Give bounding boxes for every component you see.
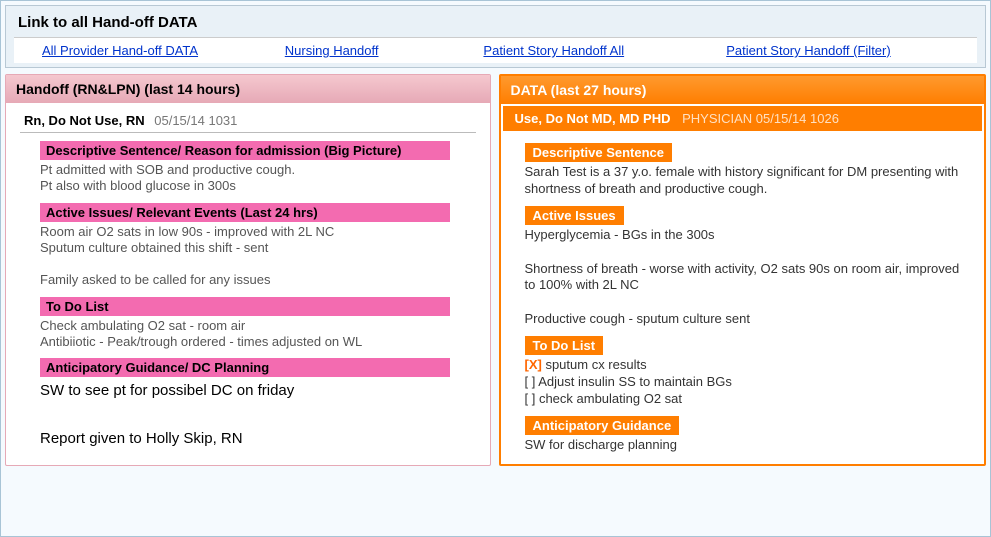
link-block: Link to all Hand-off DATA All Provider H… (5, 5, 986, 68)
handoff-rn-panel: Handoff (RN&LPN) (last 14 hours) Rn, Do … (5, 74, 491, 466)
handoff-rn-title: Handoff (RN&LPN) (last 14 hours) (6, 75, 490, 103)
handoff-rn-body: Rn, Do Not Use, RN 05/15/14 1031 Descrip… (6, 103, 490, 459)
physician-subheader: Use, Do Not MD, MD PHD PHYSICIAN 05/15/1… (503, 106, 983, 131)
section-descriptive-text: Pt admitted with SOB and productive coug… (20, 162, 476, 195)
section-active-head: Active Issues/ Relevant Events (Last 24 … (40, 203, 450, 222)
rn-author-name: Rn, Do Not Use, RN (24, 113, 145, 128)
todo-line1: sputum cx results (542, 357, 647, 372)
link-all-provider[interactable]: All Provider Hand-off DATA (22, 43, 285, 58)
phy-descriptive-text: Sarah Test is a 37 y.o. female with hist… (525, 164, 971, 198)
physician-name: Use, Do Not MD, MD PHD (515, 111, 671, 126)
link-nursing[interactable]: Nursing Handoff (285, 43, 484, 58)
data-physician-body: Descriptive Sentence Sarah Test is a 37 … (501, 131, 985, 464)
section-todo-head: To Do List (40, 297, 450, 316)
phy-todo-text: [X] sputum cx results [ ] Adjust insulin… (525, 357, 971, 408)
phy-anticipatory-head: Anticipatory Guidance (525, 416, 680, 435)
section-descriptive-head: Descriptive Sentence/ Reason for admissi… (40, 141, 450, 160)
x-mark: [X] (525, 357, 542, 372)
link-row: All Provider Hand-off DATA Nursing Hando… (14, 37, 977, 63)
phy-active-head: Active Issues (525, 206, 624, 225)
todo-rest: [ ] Adjust insulin SS to maintain BGs [ … (525, 374, 732, 406)
section-todo-text: Check ambulating O2 sat - room air Antib… (20, 318, 476, 351)
section-anticipatory-head: Anticipatory Guidance/ DC Planning (40, 358, 450, 377)
link-story-filter[interactable]: Patient Story Handoff (Filter) (726, 43, 969, 58)
phy-descriptive-head: Descriptive Sentence (525, 143, 673, 162)
link-story-all[interactable]: Patient Story Handoff All (483, 43, 726, 58)
section-active-text: Room air O2 sats in low 90s - improved w… (20, 224, 476, 289)
app-root: Link to all Hand-off DATA All Provider H… (0, 0, 991, 537)
section-anticipatory-text: SW to see pt for possibel DC on friday R… (20, 379, 476, 451)
panels-container: Handoff (RN&LPN) (last 14 hours) Rn, Do … (5, 74, 986, 466)
phy-anticipatory-text: SW for discharge planning (525, 437, 971, 454)
rn-author-line: Rn, Do Not Use, RN 05/15/14 1031 (20, 111, 476, 130)
data-physician-panel: DATA (last 27 hours) Use, Do Not MD, MD … (499, 74, 987, 466)
phy-active-text: Hyperglycemia - BGs in the 300s Shortnes… (525, 227, 971, 328)
phy-todo-head: To Do List (525, 336, 604, 355)
physician-meta: PHYSICIAN 05/15/14 1026 (682, 111, 839, 126)
divider (20, 132, 476, 133)
rn-author-timestamp: 05/15/14 1031 (154, 113, 237, 128)
data-physician-title: DATA (last 27 hours) (501, 76, 985, 104)
link-header-title: Link to all Hand-off DATA (14, 10, 977, 37)
